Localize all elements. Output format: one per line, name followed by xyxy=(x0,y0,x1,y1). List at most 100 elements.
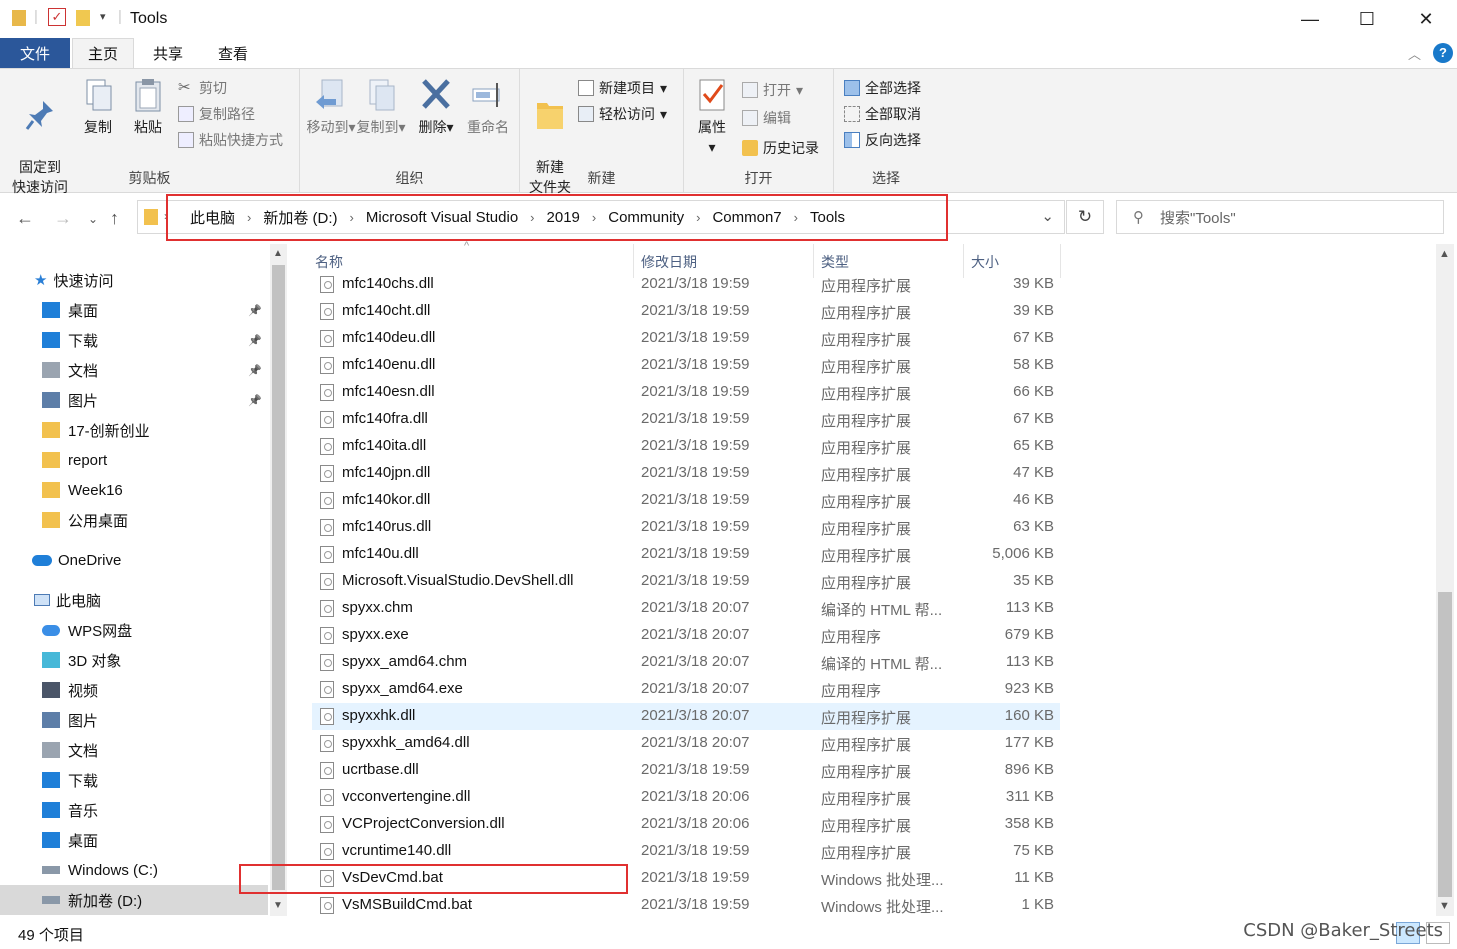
nav-pc-item[interactable]: 视频 xyxy=(0,675,268,705)
column-divider[interactable] xyxy=(1060,244,1061,278)
select-all-button[interactable]: 全部选择 xyxy=(844,77,921,99)
easy-access-button[interactable]: 轻松访问 ▾ xyxy=(578,103,667,125)
paste-shortcut-button[interactable]: 粘贴快捷方式 xyxy=(178,129,283,151)
new-folder-quick-icon[interactable] xyxy=(76,10,90,26)
nav-this-pc[interactable]: 此电脑 xyxy=(0,585,268,615)
column-header-date[interactable]: 修改日期 xyxy=(641,252,697,272)
close-button[interactable]: ✕ xyxy=(1396,0,1456,38)
address-dropdown-icon[interactable]: ⌄ xyxy=(1041,207,1054,225)
nav-quick-item[interactable]: 下载 📌 xyxy=(0,325,268,355)
nav-pc-item[interactable]: 新加卷 (D:) xyxy=(0,885,268,915)
edit-button[interactable]: 编辑 xyxy=(742,107,791,129)
rename-button[interactable]: 重命名 xyxy=(462,77,514,137)
copy-path-button[interactable]: 复制路径 xyxy=(178,103,255,125)
forward-arrow-icon[interactable]: → xyxy=(54,208,72,229)
tab-share[interactable]: 共享 xyxy=(138,38,198,68)
file-row[interactable]: mfc140rus.dll 2021/3/18 19:59 应用程序扩展 63 KB xyxy=(312,514,1060,541)
file-row[interactable]: mfc140chs.dll 2021/3/18 19:59 应用程序扩展 39 KB xyxy=(312,271,1060,298)
tab-home[interactable]: 主页 xyxy=(72,38,134,68)
file-row[interactable]: vcruntime140.dll 2021/3/18 19:59 应用程序扩展 75 … xyxy=(312,838,1060,865)
properties-quick-icon[interactable]: ✓ xyxy=(48,8,66,26)
nav-onedrive[interactable]: OneDrive xyxy=(0,545,268,575)
file-row[interactable]: mfc140jpn.dll 2021/3/18 19:59 应用程序扩展 47 KB xyxy=(312,460,1060,487)
file-icon xyxy=(320,546,334,563)
help-icon[interactable]: ? xyxy=(1433,43,1453,63)
file-row[interactable]: Microsoft.VisualStudio.DevShell.dll 2021/… xyxy=(312,568,1060,595)
scroll-up-icon[interactable]: ▲ xyxy=(1439,248,1450,260)
file-row[interactable]: mfc140ita.dll 2021/3/18 19:59 应用程序扩展 65 KB xyxy=(312,433,1060,460)
file-row[interactable]: mfc140cht.dll 2021/3/18 19:59 应用程序扩展 39 KB xyxy=(312,298,1060,325)
customize-toolbar-icon[interactable]: ▾ xyxy=(100,10,106,23)
nav-quick-access[interactable]: ★ 快速访问 xyxy=(0,265,268,295)
scroll-up-icon[interactable]: ▲ xyxy=(273,248,283,259)
open-button[interactable]: 打开 ▾ xyxy=(742,79,803,101)
file-row[interactable]: mfc140deu.dll 2021/3/18 19:59 应用程序扩展 67 KB xyxy=(312,325,1060,352)
copy-to-button[interactable]: 复制到▾ xyxy=(356,77,406,137)
search-box[interactable]: ⚲ 搜索"Tools" xyxy=(1116,200,1444,234)
nav-pc-item[interactable]: WPS网盘 xyxy=(0,615,268,645)
pin-icon[interactable]: 📌 xyxy=(248,334,262,347)
file-row[interactable]: mfc140fra.dll 2021/3/18 19:59 应用程序扩展 67 KB xyxy=(312,406,1060,433)
cut-button[interactable]: ✂ 剪切 xyxy=(178,77,227,99)
maximize-button[interactable]: ☐ xyxy=(1337,0,1397,38)
file-row[interactable]: mfc140enu.dll 2021/3/18 19:59 应用程序扩展 58 KB xyxy=(312,352,1060,379)
copy-button[interactable]: 复制 xyxy=(78,77,118,137)
invert-selection-button[interactable]: 反向选择 xyxy=(844,129,921,151)
file-row[interactable]: mfc140esn.dll 2021/3/18 19:59 应用程序扩展 66 KB xyxy=(312,379,1060,406)
file-row[interactable]: spyxxhk.dll 2021/3/18 20:07 应用程序扩展 160 KB xyxy=(312,703,1060,730)
file-row[interactable]: spyxx.chm 2021/3/18 20:07 编译的 HTML 帮... 113… xyxy=(312,595,1060,622)
file-row[interactable]: spyxxhk_amd64.dll 2021/3/18 20:07 应用程序扩展 17… xyxy=(312,730,1060,757)
tab-file[interactable]: 文件 xyxy=(0,38,70,68)
nav-quick-item[interactable]: 公用桌面 xyxy=(0,505,268,535)
file-row[interactable]: VsMSBuildCmd.bat 2021/3/18 19:59 Windows 批… xyxy=(312,892,1060,919)
file-row[interactable]: VCProjectConversion.dll 2021/3/18 20:06 应用… xyxy=(312,811,1060,838)
nav-scrollbar-thumb[interactable] xyxy=(272,265,285,890)
nav-pc-item[interactable]: 文档 xyxy=(0,735,268,765)
properties-button[interactable]: 属性 ▾ xyxy=(692,77,732,157)
minimize-button[interactable]: — xyxy=(1280,0,1340,38)
file-row[interactable]: spyxx_amd64.chm 2021/3/18 20:07 编译的 HTML 帮… xyxy=(312,649,1060,676)
nav-pc-item[interactable]: 音乐 xyxy=(0,795,268,825)
refresh-button[interactable]: ↻ xyxy=(1066,200,1104,234)
file-list-scrollbar-thumb[interactable] xyxy=(1438,592,1452,897)
back-arrow-icon[interactable]: ← xyxy=(16,208,34,229)
select-none-button[interactable]: 全部取消 xyxy=(844,103,921,125)
file-row[interactable]: spyxx_amd64.exe 2021/3/18 20:07 应用程序 923 KB xyxy=(312,676,1060,703)
nav-quick-item[interactable]: report xyxy=(0,445,268,475)
column-header-size[interactable]: 大小 xyxy=(971,252,999,272)
pin-icon[interactable]: 📌 xyxy=(248,394,262,407)
paste-button[interactable]: 粘贴 xyxy=(128,77,168,137)
history-button[interactable]: 历史记录 xyxy=(742,137,819,159)
nav-quick-item[interactable]: 图片 📌 xyxy=(0,385,268,415)
nav-quick-item[interactable]: 桌面 📌 xyxy=(0,295,268,325)
nav-quick-item[interactable]: Week16 xyxy=(0,475,268,505)
file-row[interactable]: spyxx.exe 2021/3/18 20:07 应用程序 679 KB xyxy=(312,622,1060,649)
pin-icon[interactable]: 📌 xyxy=(248,304,262,317)
column-header-type[interactable]: 类型 xyxy=(821,252,849,272)
nav-pc-item[interactable]: 下载 xyxy=(0,765,268,795)
up-arrow-icon[interactable]: ↑ xyxy=(110,208,119,229)
file-row[interactable]: ucrtbase.dll 2021/3/18 19:59 应用程序扩展 896 KB xyxy=(312,757,1060,784)
nav-pc-item[interactable]: Windows (C:) xyxy=(0,855,268,885)
scroll-down-icon[interactable]: ▼ xyxy=(1439,900,1450,912)
delete-button[interactable]: 删除▾ xyxy=(416,77,456,137)
recent-locations-icon[interactable]: ⌄ xyxy=(88,212,98,226)
pin-icon[interactable]: 📌 xyxy=(248,364,262,377)
move-to-button[interactable]: 移动到▾ xyxy=(306,77,356,137)
scroll-down-icon[interactable]: ▼ xyxy=(273,900,283,911)
file-row[interactable]: mfc140kor.dll 2021/3/18 19:59 应用程序扩展 46 KB xyxy=(312,487,1060,514)
tab-view[interactable]: 查看 xyxy=(202,38,264,68)
file-icon xyxy=(320,816,334,833)
file-icon xyxy=(320,330,334,347)
collapse-ribbon-icon[interactable]: ︿ xyxy=(1408,44,1421,63)
nav-pc-item[interactable]: 桌面 xyxy=(0,825,268,855)
nav-quick-item[interactable]: 17-创新创业 xyxy=(0,415,268,445)
file-row[interactable]: mfc140u.dll 2021/3/18 19:59 应用程序扩展 5,006 KB xyxy=(312,541,1060,568)
column-header-name[interactable]: 名称 xyxy=(315,252,343,272)
nav-quick-item[interactable]: 文档 📌 xyxy=(0,355,268,385)
nav-pc-item[interactable]: 3D 对象 xyxy=(0,645,268,675)
file-row[interactable]: vcconvertengine.dll 2021/3/18 20:06 应用程序扩展… xyxy=(312,784,1060,811)
new-item-button[interactable]: 新建项目 ▾ xyxy=(578,77,667,99)
file-icon xyxy=(320,708,334,725)
nav-pc-item[interactable]: 图片 xyxy=(0,705,268,735)
